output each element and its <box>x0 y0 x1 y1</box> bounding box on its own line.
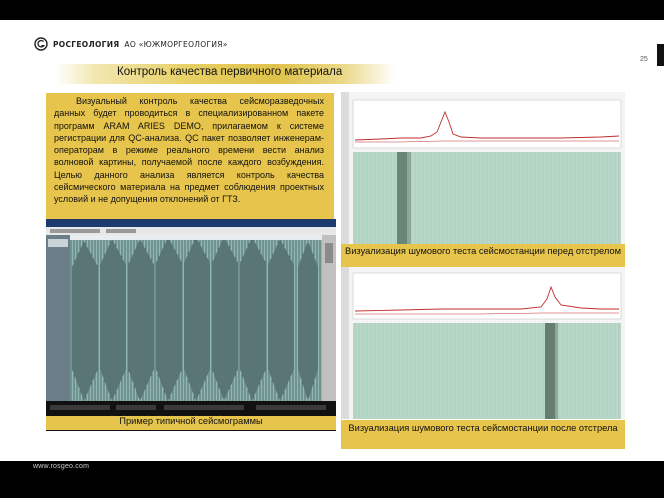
description-text: Визуальный контроль качества сейсморазве… <box>54 96 324 205</box>
subsidiary-name: АО «ЮЖМОРГЕОЛОГИЯ» <box>124 39 228 49</box>
company-logo: РОСГЕОЛОГИЯ АО «ЮЖМОРГЕОЛОГИЯ» <box>34 37 228 51</box>
brand-name: РОСГЕОЛОГИЯ <box>53 39 120 49</box>
footer-url[interactable]: www.rosgeo.com <box>33 463 89 470</box>
caption-noise-after: Визуализация шумового теста сейсмостанци… <box>341 420 625 449</box>
description-box: Визуальный контроль качества сейсморазве… <box>46 93 334 226</box>
seismogram-graphic <box>46 219 336 431</box>
page-number: 25 <box>640 56 648 63</box>
seismogram-image <box>46 219 336 431</box>
slide-title: Контроль качества первичного материала <box>117 66 343 78</box>
noise-before-graphic <box>341 92 625 246</box>
corner-accent <box>657 44 664 66</box>
slide: РОСГЕОЛОГИЯ АО «ЮЖМОРГЕОЛОГИЯ» 25 Контро… <box>0 20 664 461</box>
noise-after-graphic <box>341 267 625 419</box>
caption-seismogram: Пример типичной сейсмограммы <box>46 416 336 430</box>
title-bar: Контроль качества первичного материала <box>55 64 395 84</box>
noise-test-after-image <box>341 267 625 419</box>
rosgeo-logo-icon <box>34 37 48 51</box>
noise-test-before-image <box>341 92 625 246</box>
